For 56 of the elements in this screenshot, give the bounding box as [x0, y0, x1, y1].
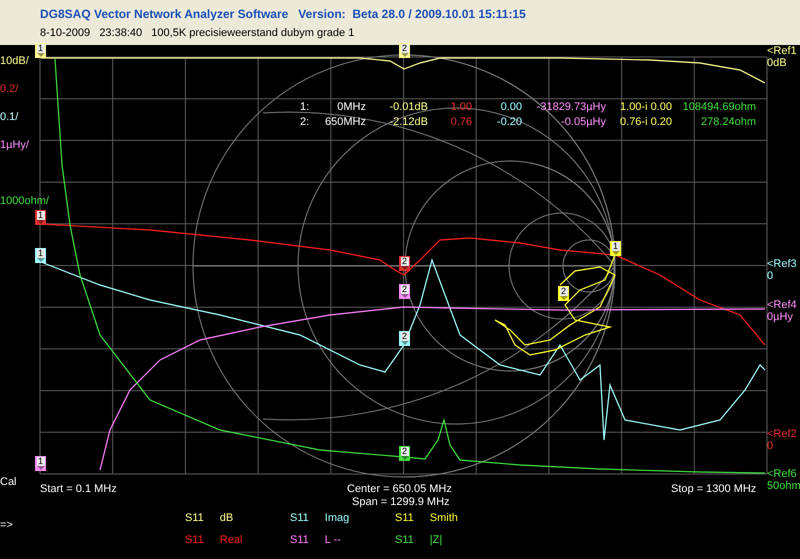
readout-value: 0MHz	[336, 101, 367, 114]
window-title: DG8SAQ Vector Network Analyzer Software Version: Beta 28.0 / 2009.10.01 15:11:15	[40, 7, 527, 21]
readout-value: 1.00	[450, 101, 473, 114]
measurement-caption: 8-10-2009 23:38:40 100,5K precisieweerstand dubym grade 1	[40, 27, 356, 39]
readout-value: -31829.73µHy	[536, 101, 607, 114]
reference-name: <Ref6	[767, 468, 798, 480]
marker-flag[interactable]: 1	[35, 43, 46, 58]
readout-value: -2.12dB	[388, 116, 429, 129]
center-frequency: Center = 650.05 MHz	[347, 483, 452, 495]
start-frequency: Start = 0.1 MHz	[40, 483, 117, 495]
reference-name: <Ref4	[767, 299, 797, 311]
trace-legend-item[interactable]: S11 dB	[185, 512, 290, 534]
readout-value: 108494.69ohm	[682, 101, 757, 114]
readout-value: 0.00	[500, 101, 523, 114]
marker-flag[interactable]: 1	[610, 241, 621, 256]
cal-label: Cal	[0, 476, 17, 488]
marker-flag[interactable]: 2	[399, 43, 410, 58]
marker-flag[interactable]: 1	[35, 210, 46, 225]
readout-value: 0.76-i 0.20	[619, 116, 673, 129]
marker-flag[interactable]: 2	[399, 331, 410, 346]
marker-flag[interactable]: 1	[35, 248, 46, 263]
readout-value: -0.05µHy	[560, 116, 607, 129]
trace-legend-item[interactable]: S11 |Z|	[395, 534, 500, 556]
marker-flag[interactable]: 2	[399, 446, 410, 461]
readout-value: -0.01dB	[388, 101, 429, 114]
reference-name: <Ref3	[767, 258, 797, 270]
scale-label: 0.2/	[0, 83, 18, 95]
readout-value: -0.20	[496, 116, 523, 129]
readout-value: 2:	[300, 116, 310, 129]
reference-value: 0	[767, 270, 774, 282]
span-frequency: Span = 1299.9 MHz	[352, 496, 450, 508]
readout-value: 278.24ohm	[700, 116, 757, 129]
readout-value: 1:	[300, 101, 310, 114]
readout-value: 0.76	[450, 116, 473, 129]
scale-label: 0.1/	[0, 111, 18, 123]
readout-value: 650MHz	[324, 116, 367, 129]
scale-label: 10dB/	[0, 55, 29, 67]
trace-legend-item[interactable]: S11 L --	[290, 534, 395, 556]
prompt-label: =>	[0, 519, 13, 531]
readout-value: 1.00-i 0.00	[619, 101, 673, 114]
reference-value: 50ohm	[767, 480, 800, 492]
marker-flag[interactable]: 2	[399, 284, 410, 299]
scale-label: 1µHy/	[0, 139, 29, 151]
marker-flag[interactable]: 2	[558, 286, 569, 301]
marker-flag[interactable]: 2	[399, 256, 410, 271]
reference-value: 0µHy	[767, 311, 794, 323]
trace-legend-item[interactable]: S11 Real	[185, 534, 290, 556]
reference-value: 0dB	[767, 57, 788, 69]
marker-flag[interactable]: 1	[35, 456, 46, 471]
reference-name: <Ref2	[767, 428, 797, 440]
scale-label: 1000ohm/	[0, 195, 49, 207]
reference-value: 0	[767, 440, 774, 452]
stop-frequency: Stop = 1300 MHz	[671, 483, 756, 495]
trace-legend-item[interactable]: S11 Imag	[290, 512, 395, 534]
reference-name: <Ref1	[767, 45, 797, 57]
trace-legend-item[interactable]: S11 Smith	[395, 512, 500, 534]
